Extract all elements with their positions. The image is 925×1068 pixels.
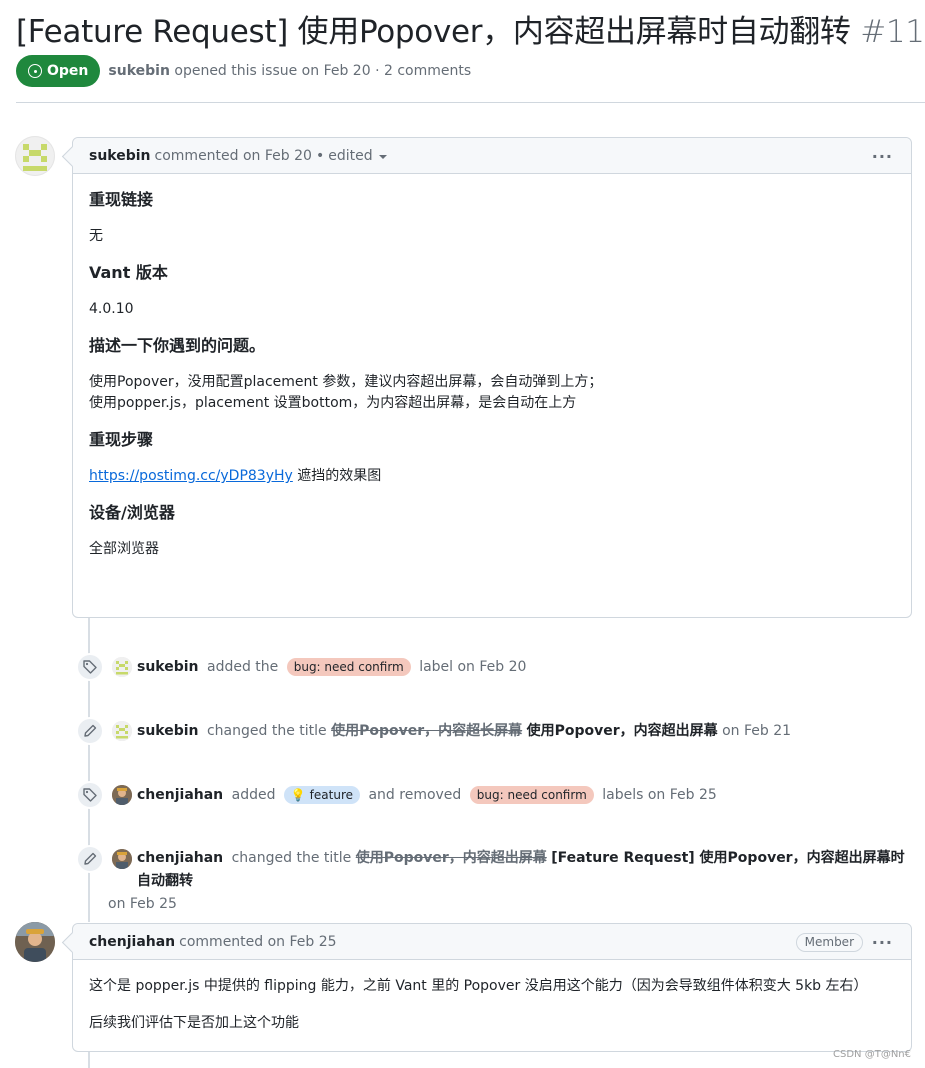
comment-author[interactable]: chenjiahan [89,934,175,950]
label-bug-need-confirm[interactable]: bug: need confirm [286,658,411,676]
event-action: added the [206,659,279,675]
issue-title: [Feature Request] 使用Popover，内容超出屏幕时自动翻转 … [16,6,925,51]
comment-text: 后续我们评估下是否加上这个功能 [89,1015,299,1031]
avatar-sukebin-small[interactable] [112,721,132,741]
kebab-menu-icon[interactable]: ··· [872,933,893,952]
timeline-event-rename: chenjiahan changed the title 使用Popover，内… [76,845,916,916]
new-title: 使用Popover，内容超出屏幕 [526,723,718,739]
avatar-chenjiahan-small[interactable] [112,849,132,869]
pencil-icon [76,717,104,745]
section-text: 4.0.10 [89,301,134,317]
comment-sukebin: sukebin commented on Feb 20 • edited ···… [72,137,912,618]
label-bug-need-confirm[interactable]: bug: need confirm [469,786,594,804]
event-user[interactable]: sukebin [137,659,199,675]
event-user[interactable]: chenjiahan [137,850,223,866]
issue-meta-text: sukebin opened this issue on Feb 20 · 2 … [108,63,471,79]
separator-dot: • [315,147,325,164]
comment-timestamp[interactable]: commented on Feb 20 [155,148,312,164]
event-time: on Feb 21 [722,723,792,739]
avatar-chenjiahan-small[interactable] [112,785,132,805]
event-action: changed the title [231,850,352,866]
event-time: labels on Feb 25 [602,787,717,803]
section-heading: 设备/浏览器 [89,503,175,522]
section-heading: 重现链接 [89,190,154,209]
tag-icon [76,781,104,809]
repro-link-suffix: 遮挡的效果图 [297,468,382,484]
chevron-down-icon[interactable] [378,154,387,159]
avatar-sukebin-small[interactable] [112,657,132,677]
edited-dropdown[interactable]: edited [328,148,372,164]
timeline-event-labels: chenjiahan added 💡 feature and removed b… [76,781,916,809]
tag-icon [76,653,104,681]
event-text: sukebin changed the title 使用Popover，内容超长… [137,722,791,740]
member-badge: Member [795,933,863,952]
issue-opened-icon [28,64,42,78]
kebab-menu-icon[interactable]: ··· [872,147,893,166]
event-text: chenjiahan added 💡 feature and removed b… [137,786,717,804]
issue-number: #1160 [860,14,925,50]
status-label: Open [47,63,89,79]
event-action: and removed [368,787,462,803]
event-time: label on Feb 20 [419,659,527,675]
old-title: 使用Popover，内容超长屏幕 [331,723,523,739]
timeline-event-rename: sukebin changed the title 使用Popover，内容超长… [76,717,916,745]
issue-author-link[interactable]: sukebin [108,63,170,79]
divider [16,102,925,103]
event-action: changed the title [206,723,327,739]
comment-header: sukebin commented on Feb 20 • edited ··· [73,138,911,174]
comment-body: 重现链接 无 Vant 版本 4.0.10 描述一下你遇到的问题。 使用Popo… [73,174,911,584]
section-text: 全部浏览器 [89,541,159,557]
comment-text: 这个是 popper.js 中提供的 flipping 能力，之前 Vant 里… [89,978,868,994]
section-heading: 描述一下你遇到的问题。 [89,336,266,355]
event-text: chenjiahan changed the title 使用Popover，内… [108,847,916,916]
section-heading: Vant 版本 [89,263,168,282]
label-feature[interactable]: 💡 feature [283,786,361,804]
event-user[interactable]: chenjiahan [137,787,223,803]
comment-author[interactable]: sukebin [89,148,151,164]
issue-meta: Open sukebin opened this issue on Feb 20… [16,55,471,87]
timeline-event-label: sukebin added the bug: need confirm labe… [76,653,916,681]
section-text: https://postimg.cc/yDP83yHy 遮挡的效果图 [89,466,895,487]
issue-meta-rest: opened this issue on Feb 20 · 2 comments [174,63,472,79]
repro-link[interactable]: https://postimg.cc/yDP83yHy [89,468,293,484]
problem-line-2: 使用popper.js，placement 设置bottom，为内容超出屏幕，是… [89,395,577,411]
status-badge: Open [16,55,101,87]
old-title: 使用Popover，内容超出屏幕 [355,850,547,866]
avatar-sukebin[interactable] [15,136,55,176]
comment-timestamp[interactable]: commented on Feb 25 [179,934,336,950]
section-heading: 重现步骤 [89,430,154,449]
section-text: 使用Popover，没用配置placement 参数，建议内容超出屏幕，会自动弹… [89,372,895,414]
event-text: sukebin added the bug: need confirm labe… [137,658,526,676]
problem-line-1: 使用Popover，没用配置placement 参数，建议内容超出屏幕，会自动弹… [89,374,603,390]
avatar-chenjiahan[interactable] [15,922,55,962]
event-time: on Feb 25 [108,896,177,912]
pencil-icon [76,845,104,873]
event-user[interactable]: sukebin [137,723,199,739]
watermark: CSDN @T@Nn€ [833,1049,911,1060]
comment-chenjiahan: chenjiahan commented on Feb 25 Member ··… [72,923,912,1052]
section-text: 无 [89,228,103,244]
issue-title-text: [Feature Request] 使用Popover，内容超出屏幕时自动翻转 [16,14,851,50]
event-action: added [231,787,276,803]
comment-header: chenjiahan commented on Feb 25 Member ··… [73,924,911,960]
comment-body: 这个是 popper.js 中提供的 flipping 能力，之前 Vant 里… [73,960,911,1058]
